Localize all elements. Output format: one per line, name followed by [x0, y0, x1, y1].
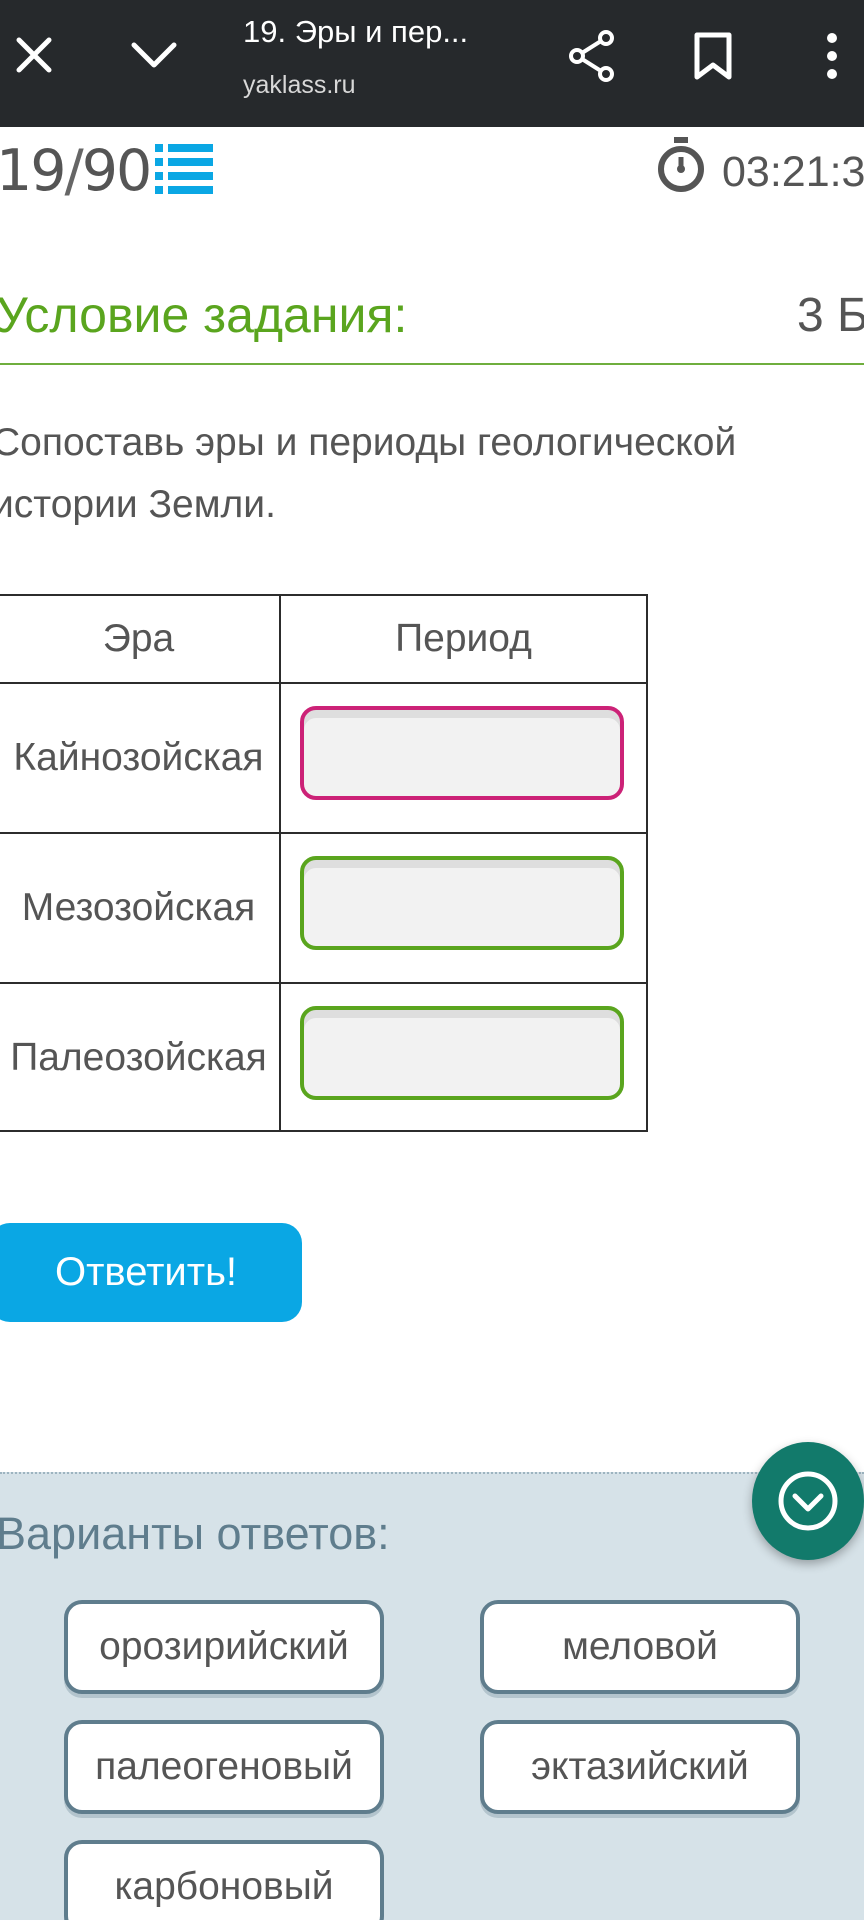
answer-options-title: Варианты ответов: [0, 1508, 390, 1559]
table-row: Палеозойская [0, 984, 646, 1132]
matching-table: Эра Период Кайнозойская Мезозойская Пале… [0, 594, 648, 1132]
timer: 03:21:37 [722, 148, 864, 196]
question-counter: 19/90 [0, 138, 153, 204]
answer-chip[interactable]: палеогеновый [64, 1720, 384, 1814]
more-vertical-icon[interactable] [812, 25, 852, 87]
table-row: Кайнозойская [0, 684, 646, 834]
answer-chip[interactable]: карбоновый [64, 1840, 384, 1920]
bookmark-icon[interactable] [683, 25, 743, 87]
table-row: Мезозойская [0, 834, 646, 984]
browser-toolbar: 19. Эры и пер... yaklass.ru [0, 0, 864, 127]
chevron-down-circle-icon[interactable] [752, 1442, 864, 1560]
answer-button[interactable]: Ответить! [0, 1223, 302, 1322]
total-questions: 90 [81, 138, 153, 204]
task-text: Сопоставь эры и периоды геологической ис… [0, 421, 737, 526]
answer-chip[interactable]: эктазийский [480, 1720, 800, 1814]
period-drop-zone[interactable] [300, 1006, 624, 1100]
close-icon[interactable] [8, 25, 60, 85]
answer-chip[interactable]: орозирийский [64, 1600, 384, 1694]
condition-title: Условие задания: [0, 287, 408, 343]
table-header-row: Эра Период [0, 596, 646, 684]
era-cell: Палеозойская [10, 1036, 267, 1079]
period-drop-zone[interactable] [300, 706, 624, 800]
stopwatch-icon [656, 136, 706, 194]
current-question: 19 [0, 138, 67, 204]
period-drop-zone[interactable] [300, 856, 624, 950]
share-icon[interactable] [562, 25, 622, 87]
list-icon[interactable] [155, 142, 213, 196]
era-cell: Мезозойская [21, 886, 256, 929]
era-cell: Кайнозойская [13, 736, 264, 779]
counter-separator: / [64, 138, 84, 204]
points-badge: 3 Б [797, 289, 864, 342]
answer-chip[interactable]: меловой [480, 1600, 800, 1694]
header-era: Эра [102, 617, 175, 660]
divider [0, 363, 864, 365]
header-period: Период [395, 617, 532, 660]
chevron-down-icon[interactable] [124, 25, 184, 85]
page-title: 19. Эры и пер... [243, 14, 469, 49]
page-url: yaklass.ru [243, 71, 356, 99]
